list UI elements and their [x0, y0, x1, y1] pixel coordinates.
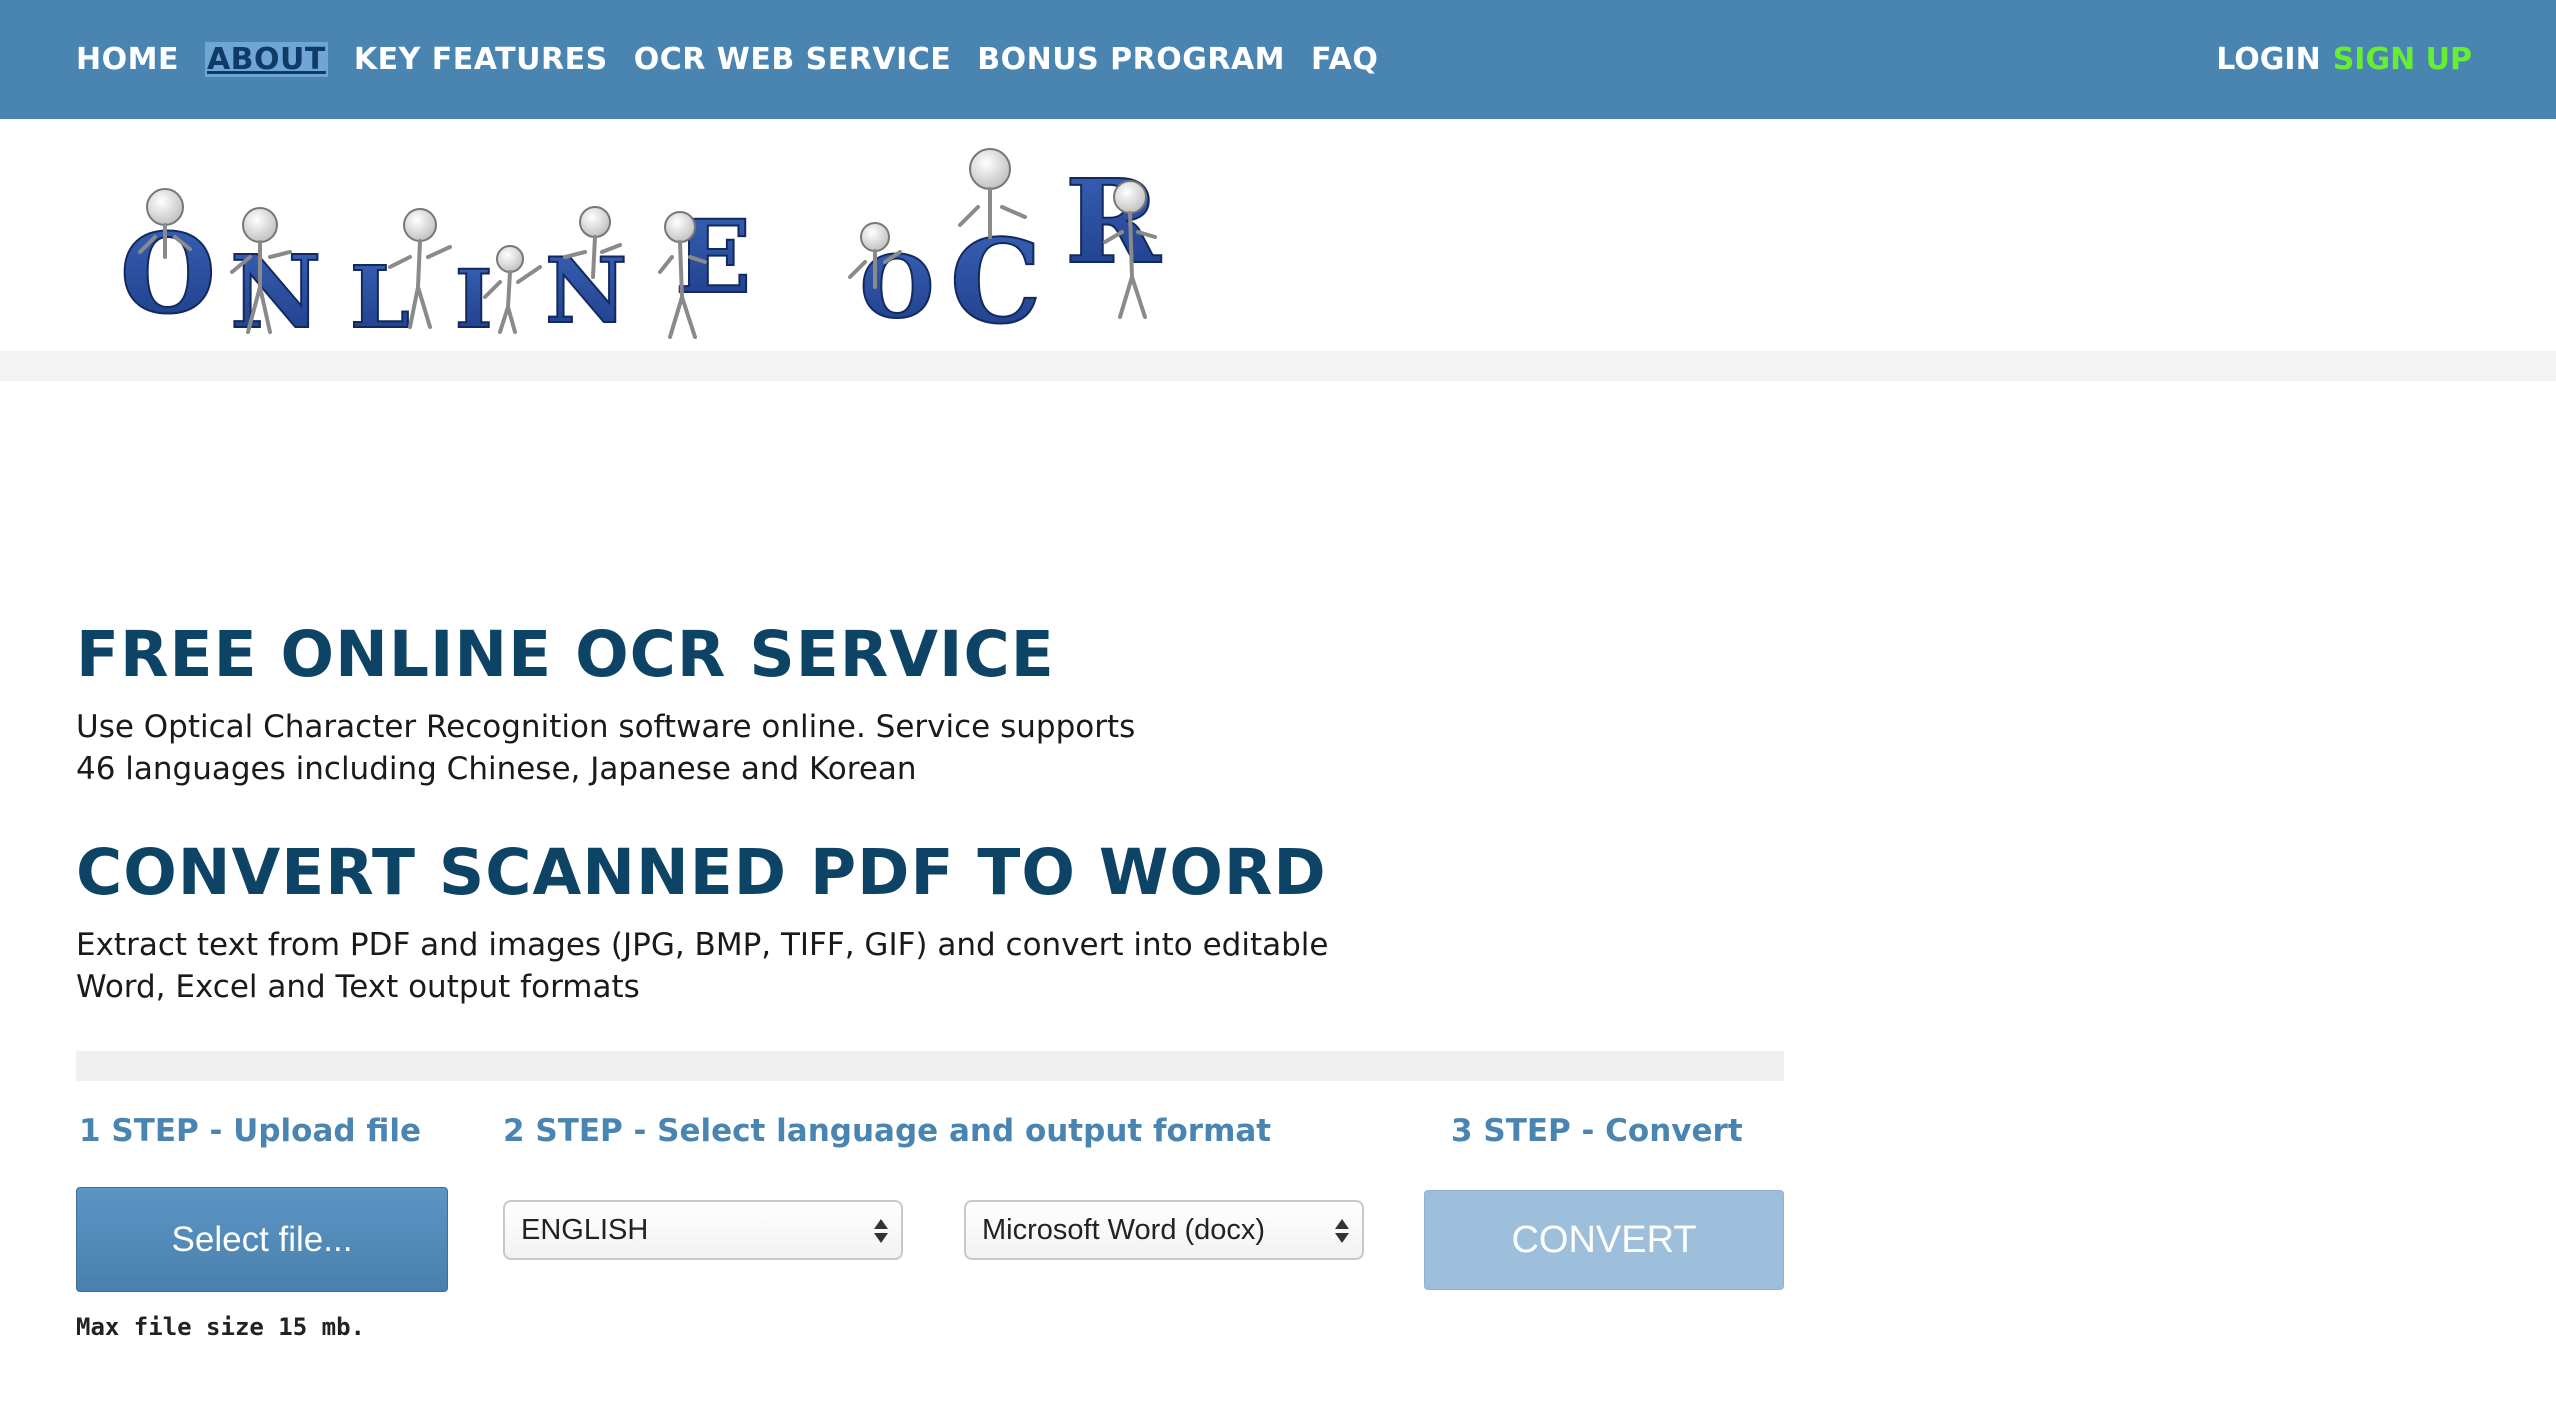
logo-letter: C [950, 215, 1042, 350]
step-1-label: 1 STEP - Upload file [79, 1113, 421, 1149]
nav-faq[interactable]: FAQ [1311, 42, 1378, 77]
intro-text: Use Optical Character Recognition softwa… [76, 706, 1135, 790]
nav-menu: HOME ABOUT KEY FEATURES OCR WEB SERVICE … [76, 0, 1404, 119]
logo-letter: N [545, 238, 627, 344]
top-nav: HOME ABOUT KEY FEATURES OCR WEB SERVICE … [0, 0, 2556, 119]
page-title: FREE ONLINE OCR SERVICE [76, 618, 1055, 691]
section-text: Extract text from PDF and images (JPG, B… [76, 924, 1329, 1008]
nav-ocr-web-service[interactable]: OCR WEB SERVICE [634, 42, 952, 77]
nav-about[interactable]: ABOUT [204, 42, 328, 77]
logo-letter: I [455, 252, 492, 346]
logo-letter: N [230, 233, 321, 351]
steps-divider [76, 1051, 1784, 1081]
select-arrows-icon [873, 1214, 889, 1248]
select-arrows-icon [1334, 1214, 1350, 1248]
max-file-size-note: Max file size 15 mb. [76, 1313, 365, 1341]
signup-link[interactable]: SIGN UP [2333, 42, 2472, 77]
select-file-button[interactable]: Select file... [76, 1187, 448, 1292]
step-3-label: 3 STEP - Convert [1451, 1113, 1743, 1149]
output-format-select[interactable]: Microsoft Word (docx) [964, 1200, 1364, 1260]
banner-divider [0, 351, 2556, 381]
logo-letter: R [1065, 155, 1162, 290]
section-title: CONVERT SCANNED PDF TO WORD [76, 836, 1327, 909]
nav-key-features[interactable]: KEY FEATURES [354, 42, 608, 77]
intro-line-2: 46 languages including Chinese, Japanese… [76, 751, 917, 787]
logo-letter: O [120, 209, 216, 338]
login-link[interactable]: LOGIN [2216, 42, 2320, 77]
nav-bonus-program[interactable]: BONUS PROGRAM [977, 42, 1285, 77]
output-format-select-value: Microsoft Word (docx) [982, 1213, 1266, 1246]
logo-banner: O N L I N E O C R [0, 119, 2556, 352]
auth-links: LOGIN SIGN UP [2216, 0, 2472, 119]
online-ocr-logo[interactable]: O N L I N E O C R [120, 137, 1180, 437]
nav-home[interactable]: HOME [76, 42, 179, 77]
language-select[interactable]: ENGLISH [503, 1200, 903, 1260]
intro-line-1: Use Optical Character Recognition softwa… [76, 709, 1136, 745]
section-line-2: Word, Excel and Text output formats [76, 969, 640, 1005]
language-select-value: ENGLISH [521, 1213, 649, 1246]
section-line-1: Extract text from PDF and images (JPG, B… [76, 927, 1329, 963]
convert-button[interactable]: CONVERT [1424, 1190, 1784, 1290]
step-2-label: 2 STEP - Select language and output form… [503, 1113, 1272, 1149]
